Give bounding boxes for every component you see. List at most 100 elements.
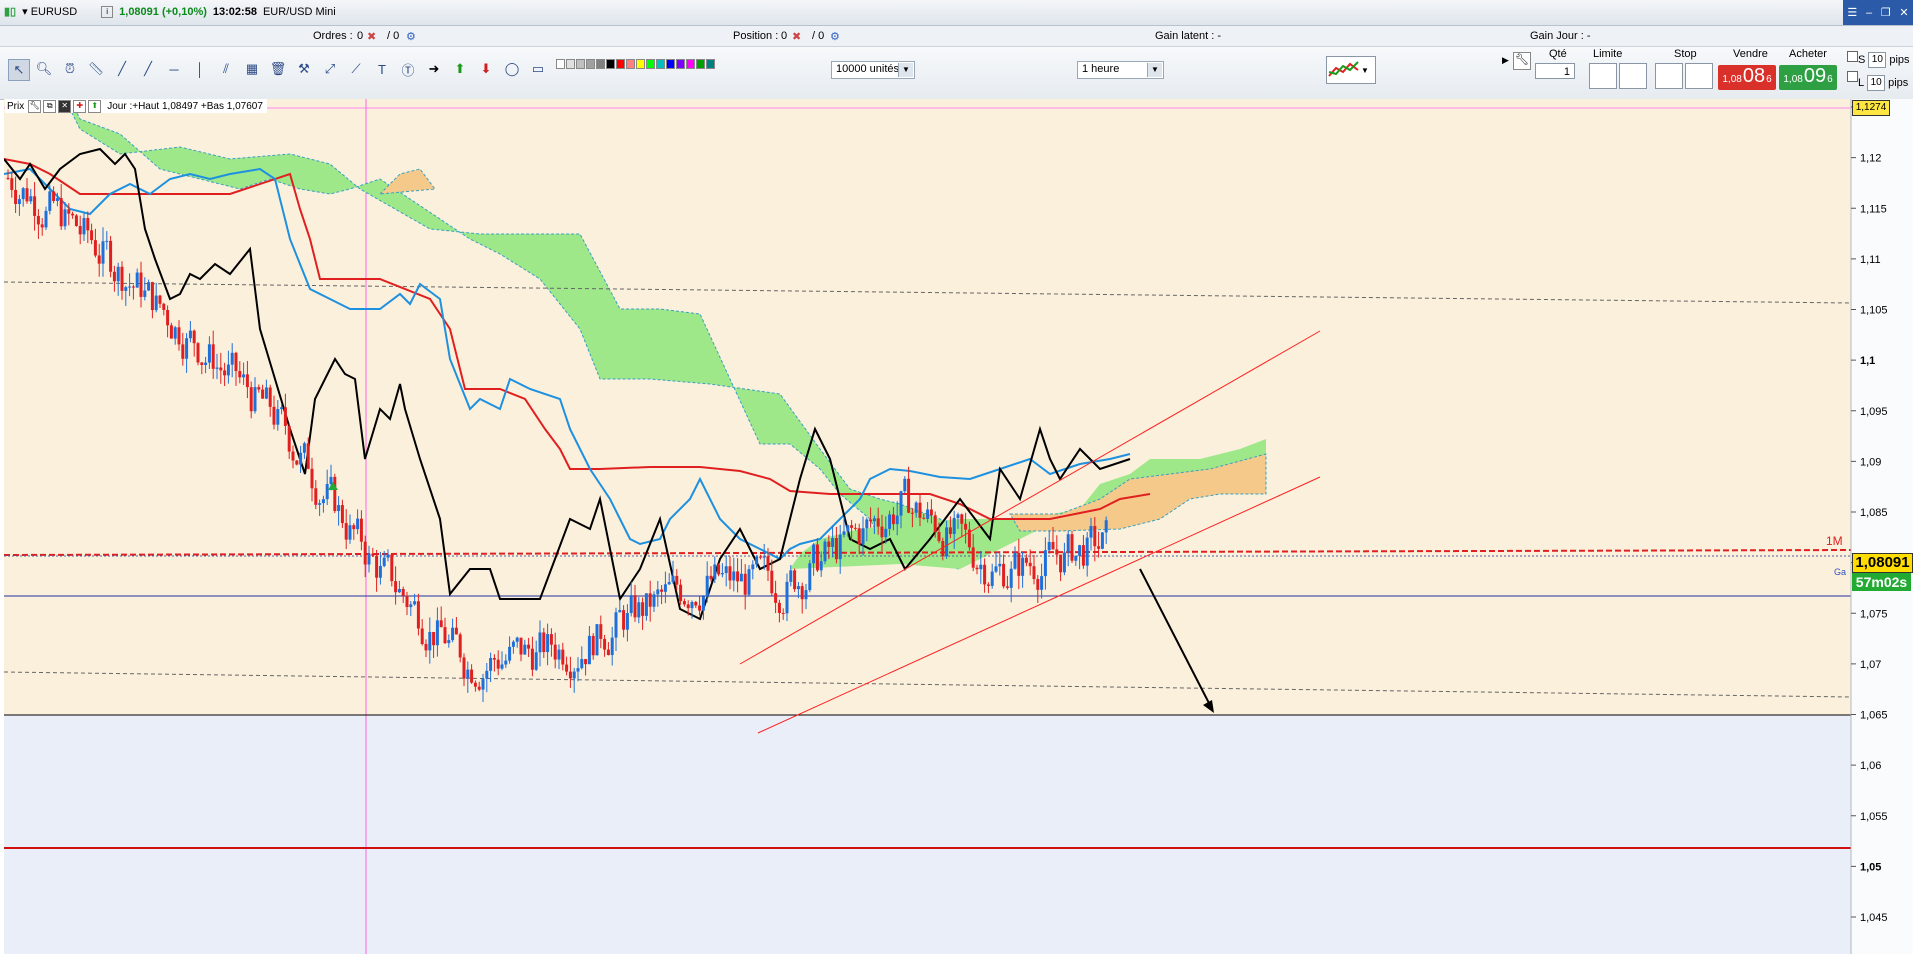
candle-body — [223, 370, 227, 376]
menu-icon[interactable]: ☰ — [1847, 6, 1857, 19]
pointer-tool-icon[interactable]: ↖ — [8, 59, 30, 81]
color-swatch[interactable] — [706, 59, 715, 69]
collapse-panel-icon[interactable]: ▶ — [1502, 55, 1509, 66]
candle-body — [994, 566, 998, 572]
color-swatch[interactable] — [646, 59, 655, 69]
stop-sell-button[interactable] — [1655, 63, 1683, 89]
wrench-icon[interactable]: 🔧︎ — [1513, 52, 1531, 70]
close-panel-icon[interactable]: ✕ — [58, 99, 72, 113]
s-pips-input[interactable]: 10 — [1868, 52, 1887, 68]
close-icon[interactable]: ✕ — [1899, 6, 1908, 19]
trend-tool-icon[interactable]: ⤢ — [320, 59, 340, 79]
candle-body — [283, 407, 287, 426]
ellipse-tool-icon[interactable]: ◯ — [502, 59, 522, 79]
restore-icon[interactable]: ❐ — [1881, 6, 1891, 19]
color-swatch[interactable] — [606, 59, 615, 69]
limit-sell-button[interactable] — [1589, 63, 1617, 89]
candle-body — [580, 659, 584, 669]
color-swatch[interactable] — [576, 59, 585, 69]
arrow-up-icon[interactable]: ⬆ — [450, 59, 470, 79]
candle-body — [443, 627, 447, 644]
sell-button[interactable]: 1,08 08 6 — [1718, 65, 1776, 90]
candle-body — [150, 282, 154, 311]
limit-buy-button[interactable] — [1619, 63, 1647, 89]
position-settings-icon[interactable]: ⚙ — [830, 30, 840, 43]
color-swatch[interactable] — [626, 59, 635, 69]
arrow-right-icon[interactable]: ➜ — [424, 59, 444, 79]
rectangle-tool-icon[interactable]: ▭ — [528, 59, 548, 79]
info-icon[interactable]: i — [101, 5, 114, 18]
candle-body — [451, 627, 455, 641]
color-swatch[interactable] — [686, 59, 695, 69]
candle-body — [618, 610, 622, 613]
delete-tool-icon[interactable]: 🗑︎ — [268, 59, 288, 79]
line-tool-icon[interactable]: ╱ — [138, 59, 158, 79]
y-tick-label: 1,075 — [1860, 608, 1888, 620]
magnet-tool-icon[interactable]: ⚒ — [294, 59, 314, 79]
color-swatch[interactable] — [676, 59, 685, 69]
candle-body — [272, 406, 276, 425]
candle-body — [914, 502, 918, 513]
qty-input[interactable]: 1 — [1535, 63, 1575, 79]
color-swatch[interactable] — [566, 59, 575, 69]
buy-label: Acheter — [1789, 48, 1827, 60]
candle-body — [998, 563, 1002, 567]
stop-buy-button[interactable] — [1685, 63, 1713, 89]
channel-tool-icon[interactable]: ⫽ — [216, 59, 236, 79]
position-value: 0 — [781, 30, 788, 42]
candle-body — [382, 557, 386, 566]
price-axis[interactable] — [1851, 99, 1913, 954]
chart-area[interactable]: 1,1251,121,1151,111,1051,11,0951,091,085… — [0, 99, 1913, 954]
timeframe-select[interactable]: 1 heure ▼ — [1077, 61, 1164, 79]
zoom-tool-icon[interactable]: 🔍︎ — [34, 59, 54, 79]
candle-body — [549, 634, 553, 645]
position-cancel-icon[interactable]: ✖ — [792, 30, 801, 43]
alarm-tool-icon[interactable]: ⏰︎ — [60, 59, 80, 79]
y-tick-label: 1,105 — [1860, 305, 1888, 317]
color-swatch[interactable] — [656, 59, 665, 69]
duplicate-icon[interactable]: ⧉ — [43, 99, 57, 113]
y-tick-label: 1,085 — [1860, 507, 1888, 519]
indicator-button[interactable]: ▼ — [1326, 56, 1376, 84]
color-swatch[interactable] — [636, 59, 645, 69]
color-swatch[interactable] — [586, 59, 595, 69]
move-up-icon[interactable]: ⬆ — [88, 99, 102, 113]
candle-body — [101, 241, 105, 264]
panel-label: Prix — [7, 100, 25, 112]
color-swatch[interactable] — [596, 59, 605, 69]
angle-tool-icon[interactable]: ⟋ — [346, 59, 366, 79]
ruler-tool-icon[interactable]: 📏︎ — [86, 59, 106, 79]
vertical-line-icon[interactable]: │ — [190, 59, 210, 79]
orders-cancel-icon[interactable]: ✖ — [367, 30, 376, 43]
price-chart[interactable]: 1,1251,121,1151,111,1051,11,0951,091,085… — [0, 99, 1913, 954]
color-swatch[interactable] — [556, 59, 565, 69]
arrow-down-icon[interactable]: ⬇ — [476, 59, 496, 79]
add-indicator-icon[interactable]: ✚ — [73, 99, 87, 113]
candle-body — [671, 575, 675, 583]
candle-body — [1032, 566, 1036, 580]
color-swatch[interactable] — [666, 59, 675, 69]
buy-button[interactable]: 1,08 09 6 — [1779, 65, 1837, 90]
limit-pips-row: L 10 pips — [1846, 75, 1908, 91]
color-swatch[interactable] — [696, 59, 705, 69]
segment-tool-icon[interactable]: ╱ — [112, 59, 132, 79]
chart-type-icon[interactable]: ▮▯ — [4, 5, 16, 18]
fibonacci-tool-icon[interactable]: ▦ — [242, 59, 262, 79]
color-swatch[interactable] — [616, 59, 625, 69]
units-select[interactable]: 10000 unités ▼ — [831, 61, 915, 79]
horizontal-line-icon[interactable]: ─ — [164, 59, 184, 79]
candle-body — [1062, 552, 1066, 573]
minimize-icon[interactable]: – — [1866, 7, 1872, 19]
orders-settings-icon[interactable]: ⚙ — [406, 30, 416, 43]
l-pips-input[interactable]: 10 — [1867, 75, 1886, 91]
candle-body — [568, 671, 572, 679]
symbol-dropdown[interactable]: ▾ EURUSD — [22, 5, 77, 18]
candle-body — [827, 541, 831, 547]
wrench-icon[interactable]: 🔧︎ — [28, 99, 42, 113]
current-price-label: 1,08091 — [1852, 553, 1913, 573]
candle-body — [485, 670, 489, 679]
text-tool-icon[interactable]: T — [372, 59, 392, 79]
text-circle-tool-icon[interactable]: Ⓣ — [398, 59, 418, 79]
candle-body — [713, 564, 717, 580]
candle-body — [192, 330, 196, 344]
